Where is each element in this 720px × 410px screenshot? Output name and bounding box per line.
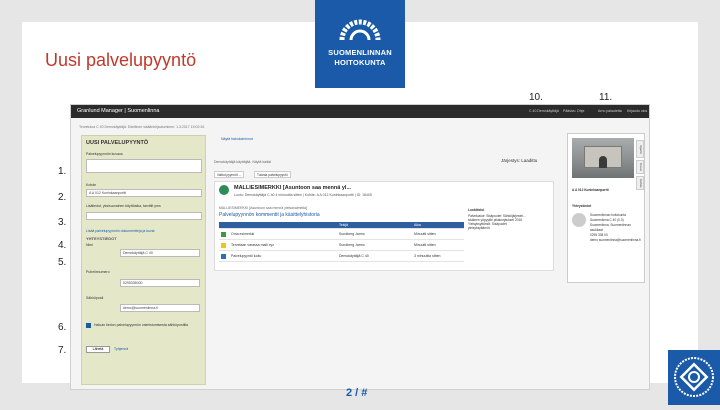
page-title: Uusi palvelupyyntö bbox=[45, 50, 197, 70]
row-time: Minuutti sitten bbox=[414, 232, 436, 236]
classification-line: yleisyksyttämöt bbox=[468, 226, 490, 230]
classification-panel: Luokittelut Palvelualue: Sisäpuolet: Säh… bbox=[468, 208, 552, 230]
name-label: Nimi bbox=[86, 243, 93, 247]
callout-11: 11. bbox=[599, 92, 613, 103]
unesco-logo bbox=[668, 350, 720, 405]
table-row[interactable]: Tervetaan varassa malli xyz Sundberg Jar… bbox=[219, 241, 464, 251]
description-label: Palvelupyynnön kuvaus bbox=[86, 152, 123, 156]
show-search-link[interactable]: Näytä hakutoiminnot bbox=[221, 137, 253, 141]
breadcrumb: Tervetuloa C 40 Demokäyttäjä. Edellinen … bbox=[79, 125, 205, 129]
app-screenshot: Granlund Manager | Suomenlinna C 40 Demo… bbox=[70, 104, 650, 390]
callout-2: 2. bbox=[58, 192, 67, 203]
logo-text: SUOMENLINNAN HOITOKUNTA bbox=[328, 48, 392, 67]
help-link[interactable]: Ohje bbox=[577, 109, 584, 113]
form-heading: UUSI PALVELUPYYNTÖ bbox=[86, 140, 149, 146]
tab-target[interactable]: Kohde bbox=[636, 176, 644, 190]
row-text: Palvelupyyntö luotu bbox=[231, 254, 262, 258]
feedback-link[interactable]: Arno palautetta bbox=[598, 109, 622, 113]
column-header: Aika bbox=[414, 223, 421, 227]
building-photo bbox=[572, 138, 634, 178]
notify-label: Haluan tiedon palvelupyynnön valmistumis… bbox=[94, 323, 188, 327]
request-meta: Luotu: Demokäyttäjä C 40 4 minuuttia sit… bbox=[234, 193, 372, 197]
column-header: Tekijä bbox=[339, 223, 348, 227]
target-select[interactable]: A A 012 Kuninkaanportti bbox=[86, 189, 202, 197]
request-subtitle: MALLIESIMERKKI [Asuntoon saa mennä yleis… bbox=[219, 206, 307, 210]
callout-4: 4. bbox=[58, 240, 67, 251]
row-author: Sundberg Jarmo bbox=[339, 232, 365, 236]
status-square bbox=[221, 243, 226, 248]
phone-icon bbox=[219, 185, 229, 195]
email-input[interactable]: demo@suomenlinna.fi bbox=[120, 304, 200, 312]
row-text: Oma esimerkki bbox=[231, 232, 255, 236]
gate-shape bbox=[599, 156, 607, 168]
app-brand[interactable]: Granlund Manager | Suomenlinna bbox=[77, 108, 159, 114]
print-request-button[interactable]: Tulosta palvelupyyntö bbox=[254, 171, 291, 178]
target-title: A A 012 Kuninkaanportti bbox=[572, 188, 609, 192]
table-header: Tekijä Aika bbox=[219, 222, 464, 229]
status-square bbox=[221, 254, 226, 259]
request-card[interactable]: MALLIESIMERKKI [Asuntoon saa mennä yl...… bbox=[214, 181, 554, 271]
row-text: Tervetaan varassa malli xyz bbox=[231, 243, 274, 247]
contact-line[interactable]: demo suomenlinna@suomenlinna.fi bbox=[590, 238, 641, 242]
contacts-header: Yhteystiedot bbox=[572, 204, 592, 208]
contact-line: Suomenlinna C 40 (0.0) bbox=[590, 218, 624, 222]
contact-line: Suomenlinnan hoitokunta bbox=[590, 213, 626, 217]
contact-header: YHTEYSTIEDOT bbox=[86, 236, 117, 241]
notify-checkbox[interactable] bbox=[86, 323, 91, 328]
row-time: Minuutti sitten bbox=[414, 243, 436, 247]
status-square bbox=[221, 232, 226, 237]
target-label: Kohde bbox=[86, 183, 97, 187]
heritage-emblem-icon bbox=[674, 357, 714, 397]
home-link[interactable]: Pääsivu bbox=[563, 109, 575, 113]
arch-logo-icon bbox=[339, 19, 381, 41]
email-label: Sähköposti bbox=[86, 296, 104, 300]
sort-select[interactable]: Järjestys: Laadittu bbox=[501, 158, 537, 163]
selected-requests-button[interactable]: Valitut pyynnöt ... bbox=[214, 171, 245, 178]
table-row[interactable]: Oma esimerkki Sundberg Jarmo Minuutti si… bbox=[219, 230, 464, 240]
callout-10: 10. bbox=[529, 92, 543, 103]
submit-button[interactable]: Lähetä bbox=[86, 346, 110, 353]
phone-input[interactable]: 0295336000 bbox=[120, 279, 200, 287]
row-author: Sundberg Jarmo bbox=[339, 243, 365, 247]
callout-1: 1. bbox=[58, 166, 67, 177]
row-time: 3 minuuttia sitten bbox=[414, 254, 441, 258]
page-number: 2 / # bbox=[346, 387, 368, 399]
avatar bbox=[572, 213, 586, 227]
callout-6: 6. bbox=[58, 322, 67, 333]
contact-line: 0295 338 00 bbox=[590, 233, 608, 237]
add-documents-link[interactable]: Lisää palvelupyynnön dokumentteja ja kuv… bbox=[86, 229, 155, 233]
clear-link[interactable]: Tyhjennä bbox=[114, 347, 128, 351]
user-menu[interactable]: C 40 Demokäyttäjä bbox=[529, 109, 559, 113]
target-panel: Sijainti Kuvat Kohde A A 012 Kuninkaanpo… bbox=[567, 133, 645, 283]
contact-line: asukkaat bbox=[590, 228, 603, 232]
history-heading: Palvelupyynnön kommentit ja käsittelyhis… bbox=[219, 212, 320, 218]
request-title[interactable]: MALLIESIMERKKI [Asuntoon saa mennä yl... bbox=[234, 185, 351, 191]
callout-5: 5. bbox=[58, 257, 67, 268]
tab-images[interactable]: Kuvat bbox=[636, 160, 644, 174]
list-toolbar: Valitut pyynnöt ... Tulosta palvelupyynt… bbox=[214, 171, 344, 178]
logout-link[interactable]: Kirjaudu ulos bbox=[627, 109, 647, 113]
table-row[interactable]: Palvelupyyntö luotu Demokäyttäjä C 40 3 … bbox=[219, 252, 464, 262]
service-request-form: UUSI PALVELUPYYNTÖ Palvelupyynnön kuvaus… bbox=[81, 135, 206, 385]
contact-line: Suomenlinna, Suomenlinnan bbox=[590, 223, 631, 227]
description-input[interactable] bbox=[86, 159, 202, 173]
filter-text: Demokäyttäjä käyttäjää. Näytä kaikki bbox=[214, 160, 272, 164]
row-author: Demokäyttäjä C 40 bbox=[339, 254, 369, 258]
name-input[interactable]: Demokäyttäjä C 40 bbox=[120, 249, 200, 257]
tab-location[interactable]: Sijainti bbox=[636, 140, 644, 158]
extra-info-label: Lisätiedot, yksisuorainen käyttöaika, ta… bbox=[86, 204, 161, 208]
callout-7: 7. bbox=[58, 345, 67, 356]
app-topbar: Granlund Manager | Suomenlinna C 40 Demo… bbox=[71, 105, 649, 118]
extra-info-input[interactable] bbox=[86, 212, 202, 220]
classification-title: Luokittelut bbox=[468, 208, 485, 212]
suomenlinna-logo: SUOMENLINNAN HOITOKUNTA bbox=[315, 0, 405, 88]
phone-label: Puhelinnumero bbox=[86, 270, 110, 274]
callout-3: 3. bbox=[58, 217, 67, 228]
